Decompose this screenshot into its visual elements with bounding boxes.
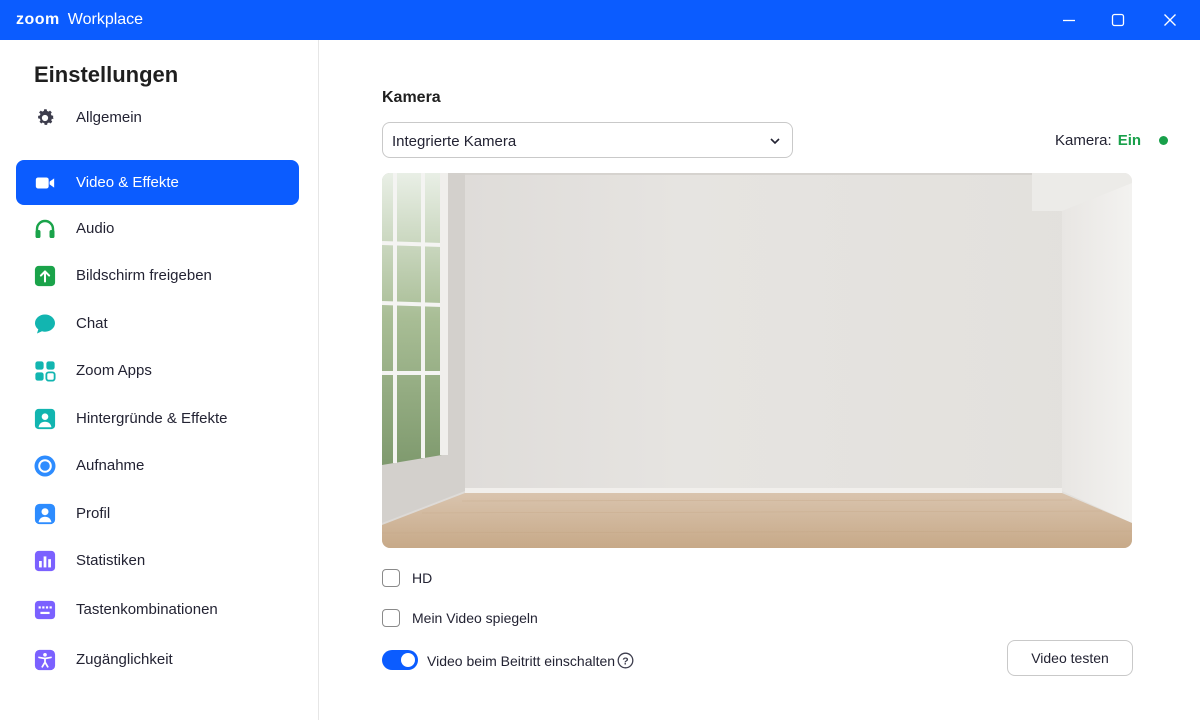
gear-icon: [33, 106, 57, 130]
sidebar-item-label: Allgemein: [76, 109, 142, 126]
test-video-button[interactable]: Video testen: [1007, 640, 1133, 676]
close-icon: [1164, 14, 1176, 26]
profile-icon: [33, 502, 57, 526]
camera-status-value: Ein: [1117, 132, 1142, 149]
sidebar-title: Einstellungen: [34, 62, 179, 87]
chat-bubble-icon: [33, 312, 57, 336]
close-button[interactable]: [1147, 0, 1193, 40]
sidebar-item-audio[interactable]: Audio: [16, 206, 299, 251]
hd-label: HD: [412, 570, 433, 586]
svg-text:?: ?: [622, 655, 628, 667]
maximize-button[interactable]: [1095, 0, 1141, 40]
sidebar-item-label: Tastenkombinationen: [76, 601, 218, 618]
sidebar-item-allgemein[interactable]: Allgemein: [16, 95, 299, 140]
sidebar-item-label: Aufnahme: [76, 457, 145, 474]
minimize-button[interactable]: [1046, 0, 1092, 40]
sidebar-item-label: Profil: [76, 505, 111, 522]
minimize-icon: [1063, 19, 1075, 22]
mirror-video-checkbox[interactable]: [382, 609, 400, 627]
camera-select[interactable]: Integrierte Kamera: [382, 122, 793, 158]
sidebar-item-label: Zoom Apps: [76, 362, 152, 379]
mirror-video-option[interactable]: Mein Video spiegeln: [382, 609, 538, 627]
maximize-icon: [1111, 13, 1125, 27]
sidebar-item-zoom-apps[interactable]: Zoom Apps: [16, 348, 299, 393]
sidebar-item-label: Bildschirm freigeben: [76, 267, 212, 284]
title-bar: zoom Workplace: [0, 0, 1200, 40]
camera-status: Kamera: Ein: [1055, 132, 1169, 149]
statistics-icon: [33, 549, 57, 573]
hd-checkbox[interactable]: [382, 569, 400, 587]
brand-logo: zoom: [16, 11, 60, 28]
sidebar-item-profil[interactable]: Profil: [16, 491, 299, 536]
sidebar-item-label: Statistiken: [76, 552, 146, 569]
sidebar-item-label: Hintergründe & Effekte: [76, 410, 228, 427]
sidebar-item-aufnahme[interactable]: Aufnahme: [16, 443, 299, 488]
accessibility-icon: [33, 648, 57, 672]
chevron-down-icon: [770, 138, 780, 145]
background-person-icon: [33, 407, 57, 431]
sidebar-item-statistiken[interactable]: Statistiken: [16, 538, 299, 583]
sidebar-item-label: Zugänglichkeit: [76, 651, 173, 668]
sidebar-item-zugänglichkeit[interactable]: Zugänglichkeit: [16, 637, 299, 682]
sidebar-item-bildschirm-freigeben[interactable]: Bildschirm freigeben: [16, 253, 299, 298]
toggle-knob: [401, 653, 415, 667]
video-camera-icon: [33, 171, 57, 195]
sidebar-item-label: Audio: [76, 220, 115, 237]
camera-select-value: Integrierte Kamera: [392, 133, 517, 150]
brand-product-name: Workplace: [67, 11, 144, 28]
sidebar-item-hintergründe-effekte[interactable]: Hintergründe & Effekte: [16, 396, 299, 441]
keyboard-icon: [33, 598, 57, 622]
record-icon: [33, 454, 57, 478]
headphones-icon: [33, 217, 57, 241]
sidebar-item-video-effekte[interactable]: Video & Effekte: [16, 160, 299, 205]
camera-section-title: Kamera: [382, 89, 441, 106]
mirror-video-label: Mein Video spiegeln: [412, 610, 538, 626]
video-preview: [382, 173, 1132, 548]
hd-option[interactable]: HD: [382, 569, 432, 587]
sidebar-item-label: Chat: [76, 315, 108, 332]
room-preview-image: [382, 173, 1132, 548]
join-video-toggle[interactable]: [382, 650, 418, 670]
sidebar-item-tastenkombinationen[interactable]: Tastenkombinationen: [16, 587, 299, 632]
sidebar-item-chat[interactable]: Chat: [16, 301, 299, 346]
camera-status-dot: [1159, 136, 1169, 145]
help-icon[interactable]: ?: [617, 652, 634, 669]
sidebar-item-label: Video & Effekte: [76, 174, 179, 191]
camera-status-label: Kamera:: [1055, 132, 1112, 149]
app-brand: zoom Workplace: [16, 0, 143, 40]
join-video-label: Video beim Beitritt einschalten: [427, 653, 616, 669]
apps-grid-icon: [33, 359, 57, 383]
share-screen-icon: [33, 264, 57, 288]
